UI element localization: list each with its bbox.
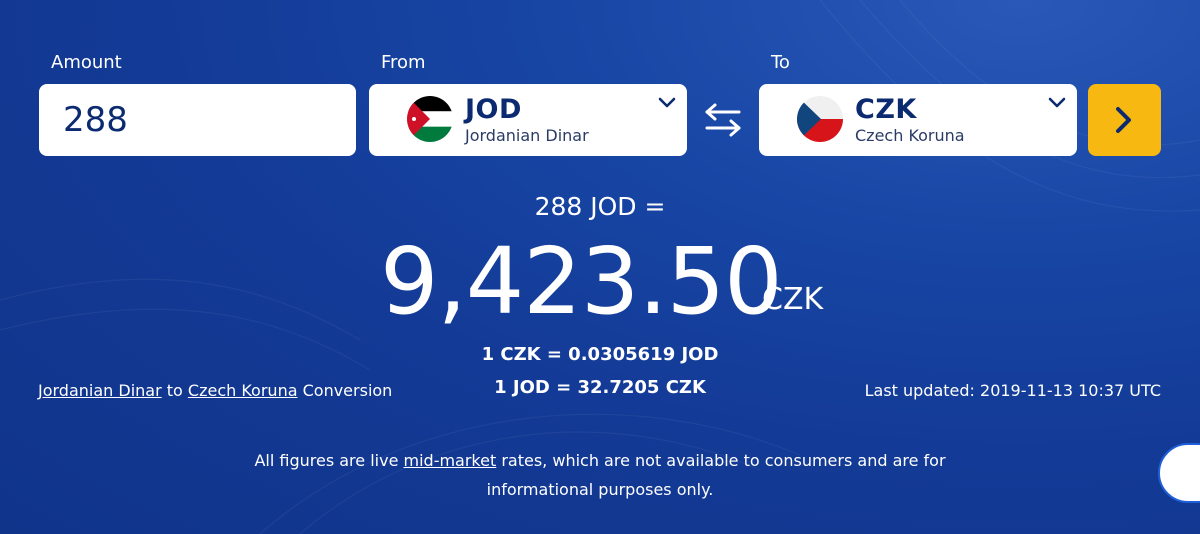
to-currency-link[interactable]: Czech Koruna — [188, 381, 298, 400]
czech-flag-icon — [797, 96, 843, 142]
amount-label: Amount — [51, 52, 122, 73]
from-label: From — [381, 52, 426, 73]
converted-amount: 9,423.50 — [380, 228, 783, 335]
conversion-title: Jordanian Dinar to Czech Koruna Conversi… — [38, 381, 392, 400]
chevron-right-icon — [1116, 107, 1131, 133]
convert-button[interactable] — [1088, 84, 1161, 156]
disclaimer: All figures are live mid-market rates, w… — [250, 446, 950, 504]
to-currency-select[interactable]: CZK Czech Koruna — [759, 84, 1077, 156]
chevron-down-icon[interactable] — [1047, 96, 1067, 110]
disclaimer-prefix: All figures are live — [254, 451, 399, 470]
amount-field[interactable] — [39, 84, 356, 156]
from-currency-name: Jordanian Dinar — [465, 126, 589, 145]
to-currency-name: Czech Koruna — [855, 126, 965, 145]
inverse-rate: 1 CZK = 0.0305619 JOD — [481, 344, 719, 365]
converted-currency: CZK — [762, 282, 824, 317]
jordan-flag-icon — [407, 96, 453, 142]
amount-input[interactable] — [63, 98, 333, 142]
swap-arrows-icon[interactable] — [703, 102, 743, 138]
conversion-suffix: Conversion — [302, 381, 393, 400]
chat-widget-button[interactable] — [1158, 443, 1200, 503]
from-currency-link[interactable]: Jordanian Dinar — [38, 381, 162, 400]
conversion-to-word: to — [166, 381, 183, 400]
mid-market-link[interactable]: mid-market — [404, 451, 497, 470]
from-currency-code: JOD — [465, 94, 522, 125]
chevron-down-icon[interactable] — [657, 96, 677, 110]
disclaimer-suffix: rates, which are not available to consum… — [486, 451, 946, 499]
last-updated: Last updated: 2019-11-13 10:37 UTC — [864, 381, 1161, 400]
from-currency-select[interactable]: JOD Jordanian Dinar — [369, 84, 687, 156]
to-currency-code: CZK — [855, 94, 917, 125]
to-label: To — [771, 52, 790, 73]
source-amount: 288 JOD = — [534, 192, 666, 221]
